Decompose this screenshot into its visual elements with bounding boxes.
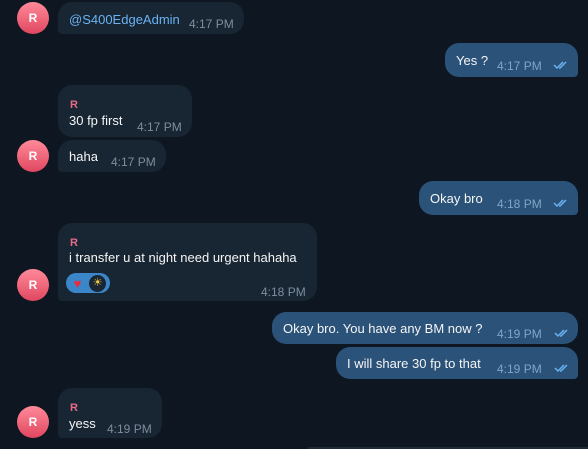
double-check-icon (553, 61, 567, 70)
message-bubble-outgoing[interactable]: Okay bro. You have any BM now ? 4:19 PM (272, 312, 578, 344)
message-bubble-outgoing[interactable]: Yes ? 4:17 PM (445, 43, 578, 77)
message-time: 4:19 PM (497, 362, 542, 376)
message-time: 4:17 PM (111, 155, 156, 169)
message-text: haha (69, 149, 98, 164)
message-text: i transfer u at night need urgent hahaha (69, 250, 297, 265)
mention-link[interactable]: @S400EdgeAdmin (69, 12, 180, 28)
avatar[interactable]: R (17, 2, 49, 34)
message-bubble-incoming[interactable]: @S400EdgeAdmin 4:17 PM (58, 2, 244, 34)
message-text: Okay bro (430, 191, 483, 206)
message-bubble-incoming[interactable]: haha 4:17 PM (58, 140, 166, 172)
sender-name[interactable]: R (70, 400, 78, 416)
message-time: 4:18 PM (497, 197, 542, 211)
message-time: 4:17 PM (497, 59, 542, 73)
avatar[interactable]: R (17, 406, 49, 438)
message-time: 4:18 PM (261, 285, 306, 299)
message-bubble-outgoing[interactable]: I will share 30 fp to that 4:19 PM (336, 347, 578, 379)
sender-name[interactable]: R (70, 235, 78, 251)
message-text: yess (69, 416, 96, 431)
sender-name[interactable]: R (70, 97, 78, 113)
message-bubble-incoming[interactable]: R i transfer u at night need urgent haha… (58, 223, 317, 301)
message-time: 4:17 PM (137, 120, 182, 134)
sun-reaction-icon[interactable]: ☀ (89, 274, 106, 292)
message-time: 4:19 PM (497, 327, 542, 341)
message-time: 4:17 PM (189, 17, 234, 31)
double-check-icon (553, 199, 567, 208)
message-text: 30 fp first (69, 113, 123, 128)
message-bubble-incoming[interactable]: R 30 fp first 4:17 PM (58, 85, 192, 137)
message-text: Yes ? (456, 53, 489, 68)
message-text: Okay bro. You have any BM now ? (283, 321, 483, 336)
message-time: 4:19 PM (107, 422, 152, 436)
scrollbar[interactable] (584, 0, 588, 449)
avatar[interactable]: R (17, 140, 49, 172)
avatar[interactable]: R (17, 269, 49, 301)
message-text: I will share 30 fp to that (347, 356, 481, 371)
reactions-bar[interactable]: ♥ ☀ (66, 273, 110, 293)
message-bubble-incoming[interactable]: R yess 4:19 PM (58, 388, 162, 438)
heart-reaction-icon[interactable]: ♥ (69, 275, 86, 292)
message-bubble-outgoing[interactable]: Okay bro 4:18 PM (419, 181, 578, 215)
double-check-icon (554, 364, 568, 373)
chat-history[interactable]: R @S400EdgeAdmin 4:17 PM Yes ? 4:17 PM R… (0, 0, 588, 449)
double-check-icon (554, 329, 568, 338)
